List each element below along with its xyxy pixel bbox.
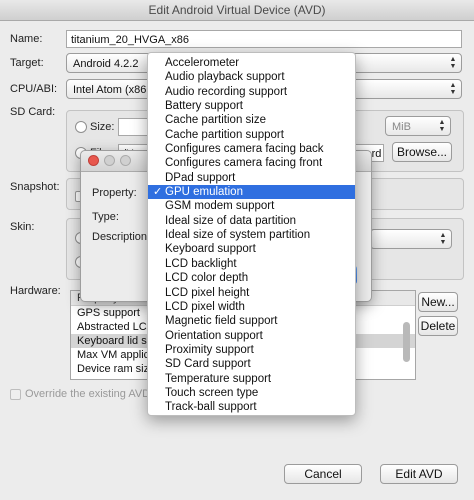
- menu-item[interactable]: LCD pixel width: [148, 300, 355, 314]
- menu-item[interactable]: Accelerometer: [148, 56, 355, 70]
- skin-select[interactable]: ▲ ▼: [370, 229, 452, 249]
- menu-item[interactable]: Touch screen type: [148, 386, 355, 400]
- menu-item-label: GSM modem support: [165, 200, 275, 213]
- avd-window: Edit Android Virtual Device (AVD) Name: …: [0, 0, 474, 500]
- menu-item[interactable]: Track-ball support: [148, 400, 355, 414]
- cpu-value: Intel Atom (x86: [73, 84, 147, 96]
- name-label: Name:: [10, 33, 43, 45]
- menu-item-label: DPad support: [165, 171, 236, 184]
- menu-item[interactable]: Cache partition size: [148, 113, 355, 127]
- menu-item-label: LCD backlight: [165, 257, 237, 270]
- menu-item[interactable]: Orientation support: [148, 329, 355, 343]
- menu-item-label: Touch screen type: [165, 386, 259, 399]
- menu-item-label: LCD color depth: [165, 272, 249, 285]
- menu-item-label: GPU emulation: [165, 186, 243, 199]
- window-title: Edit Android Virtual Device (AVD): [0, 0, 474, 21]
- menu-item-label: Ideal size of system partition: [165, 229, 311, 242]
- size-unit-value: MiB: [392, 121, 411, 133]
- menu-item-label: Battery support: [165, 100, 243, 113]
- description-label: Description:: [92, 231, 151, 243]
- menu-item[interactable]: Configures camera facing back: [148, 142, 355, 156]
- menu-item[interactable]: Keyboard support: [148, 242, 355, 256]
- property-label: Property:: [92, 187, 137, 199]
- menu-item[interactable]: SD Card support: [148, 357, 355, 371]
- property-dropdown-menu[interactable]: Accelerometer Audio playback support Audio…: [147, 52, 356, 416]
- menu-item[interactable]: Audio recording support: [148, 85, 355, 99]
- target-label: Target:: [10, 57, 44, 69]
- delete-button[interactable]: Delete: [418, 316, 458, 336]
- menu-item-label: Audio playback support: [165, 71, 285, 84]
- minimize-icon[interactable]: [104, 155, 115, 166]
- close-icon[interactable]: [88, 155, 99, 166]
- menu-item-label: Keyboard support: [165, 243, 256, 256]
- checkmark-icon: ✓: [153, 186, 163, 199]
- menu-item-label: Temperature support: [165, 372, 272, 385]
- snapshot-label: Snapshot:: [10, 181, 60, 193]
- size-radio[interactable]: [75, 121, 87, 133]
- updown-arrows-icon: ▲ ▼: [449, 82, 457, 96]
- cpu-label: CPU/ABI:: [10, 83, 58, 95]
- override-label: Override the existing AVD: [25, 388, 151, 400]
- target-value: Android 4.2.2: [73, 58, 139, 70]
- sdcard-label: SD Card:: [10, 106, 56, 118]
- menu-item-label: Orientation support: [165, 329, 263, 342]
- menu-item-label: Cache partition support: [165, 128, 284, 141]
- zoom-icon[interactable]: [120, 155, 131, 166]
- menu-item-label: Accelerometer: [165, 57, 240, 69]
- menu-item-label: Track-ball support: [165, 401, 257, 414]
- menu-item-label: Configures camera facing front: [165, 157, 323, 170]
- size-label: Size:: [90, 121, 115, 133]
- hardware-label: Hardware:: [10, 285, 61, 297]
- menu-item[interactable]: GSM modem support: [148, 199, 355, 213]
- menu-item[interactable]: LCD pixel height: [148, 286, 355, 300]
- skin-label: Skin:: [10, 221, 35, 233]
- menu-item[interactable]: Ideal size of system partition: [148, 228, 355, 242]
- type-label: Type:: [92, 211, 119, 223]
- menu-item[interactable]: LCD backlight: [148, 257, 355, 271]
- hardware-scrollbar[interactable]: [403, 322, 410, 362]
- menu-item[interactable]: Configures camera facing front: [148, 156, 355, 170]
- size-input[interactable]: [118, 118, 148, 136]
- menu-item-label: Configures camera facing back: [165, 143, 324, 156]
- menu-item[interactable]: Cache partition support: [148, 128, 355, 142]
- browse-button[interactable]: Browse...: [392, 142, 452, 162]
- menu-item-label: Magnetic field support: [165, 315, 278, 328]
- menu-item-label: Ideal size of data partition: [165, 214, 297, 227]
- menu-item-label: LCD pixel width: [165, 300, 245, 313]
- menu-item[interactable]: Ideal size of data partition: [148, 214, 355, 228]
- menu-item[interactable]: Temperature support: [148, 372, 355, 386]
- name-input[interactable]: titanium_20_HVGA_x86: [66, 30, 462, 48]
- menu-item[interactable]: LCD color depth: [148, 271, 355, 285]
- new-button[interactable]: New...: [418, 292, 458, 312]
- menu-item-label: SD Card support: [165, 358, 251, 371]
- updown-arrows-icon: ▲ ▼: [439, 232, 447, 246]
- menu-item-label: Cache partition size: [165, 114, 266, 127]
- menu-item[interactable]: Magnetic field support: [148, 314, 355, 328]
- updown-arrows-icon: ▲ ▼: [438, 119, 446, 133]
- menu-item-label: Audio recording support: [165, 85, 288, 98]
- override-checkbox[interactable]: [10, 389, 21, 400]
- size-unit-select[interactable]: MiB ▲ ▼: [385, 116, 451, 136]
- menu-item-label: Proximity support: [165, 343, 254, 356]
- menu-item[interactable]: Audio playback support: [148, 70, 355, 84]
- menu-item[interactable]: DPad support: [148, 171, 355, 185]
- menu-item[interactable]: Battery support: [148, 99, 355, 113]
- menu-item[interactable]: ✓ GPU emulation: [148, 185, 355, 200]
- updown-arrows-icon: ▲ ▼: [449, 56, 457, 70]
- menu-item[interactable]: Proximity support: [148, 343, 355, 357]
- edit-avd-button[interactable]: Edit AVD: [380, 464, 458, 484]
- menu-item-label: LCD pixel height: [165, 286, 250, 299]
- cancel-button[interactable]: Cancel: [284, 464, 362, 484]
